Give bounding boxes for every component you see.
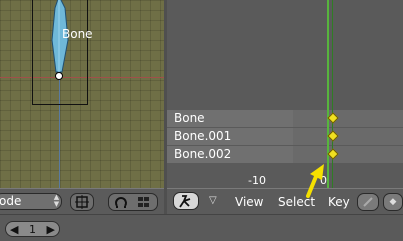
channel-name[interactable]: Bone	[167, 110, 293, 127]
up-down-arrows-icon[interactable]: ▲ ▼	[52, 194, 61, 208]
ruler-tick-label: -10	[248, 174, 266, 187]
current-frame-value: 1	[29, 222, 36, 236]
snap-settings-button[interactable]	[108, 193, 158, 211]
key-menu[interactable]: Key	[328, 195, 350, 209]
view-menu[interactable]: View	[235, 195, 263, 209]
timeline-bar: ◀ 1 ▶	[0, 214, 403, 241]
3d-viewport[interactable]: Bone	[0, 0, 164, 188]
annotation-arrow	[306, 164, 324, 198]
current-frame-field[interactable]: ◀ 1 ▶	[5, 221, 60, 237]
scroll-right-button[interactable]: ◆	[383, 193, 403, 211]
editor-type-button[interactable]	[173, 192, 199, 210]
channel-row[interactable]: Bone	[167, 110, 403, 127]
pin-icon	[363, 197, 373, 207]
layer-grid-icon	[137, 197, 149, 207]
channel-name[interactable]: Bone.002	[167, 146, 293, 163]
editor-header: ▽ View Select Key ◆	[167, 188, 403, 215]
pin-button[interactable]	[357, 193, 379, 211]
mode-select-value: ode	[0, 194, 22, 208]
pivot-point-button[interactable]	[70, 193, 94, 211]
action-editor[interactable]: Bone Bone.001 Bone.002 -10 0 1	[167, 0, 403, 188]
chevron-left-icon[interactable]: ◀	[10, 223, 18, 236]
chevron-icon: ◆	[389, 197, 397, 207]
chevron-right-icon[interactable]: ▶	[47, 223, 55, 236]
channel-track[interactable]	[293, 110, 403, 127]
pivot-icon	[75, 195, 89, 209]
channel-row[interactable]: Bone.001	[167, 128, 403, 145]
channel-row[interactable]: Bone.002	[167, 146, 403, 163]
triangle-down-icon[interactable]: ▽	[209, 195, 217, 206]
channel-track[interactable]	[293, 128, 403, 145]
viewport-header: ode ▲ ▼	[0, 188, 164, 215]
bone-name-label: Bone	[62, 27, 93, 41]
channel-name[interactable]: Bone.001	[167, 128, 293, 145]
action-editor-icon	[179, 195, 191, 208]
snap-icon	[114, 197, 127, 208]
